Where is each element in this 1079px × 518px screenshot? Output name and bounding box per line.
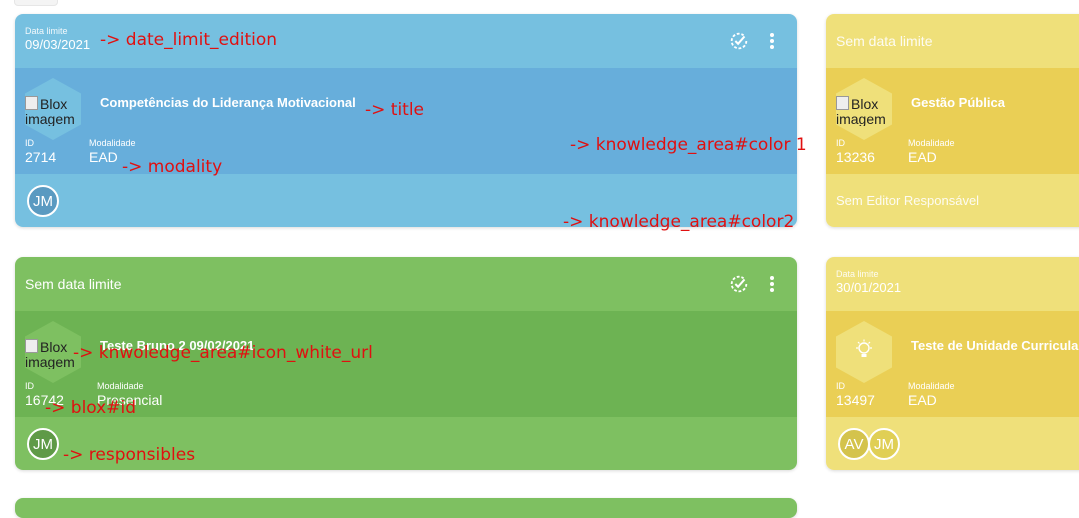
blox-card[interactable]: Data limite 30/01/2021 Teste de Unidade … bbox=[826, 257, 1079, 470]
avatar[interactable]: JM bbox=[27, 428, 59, 460]
date-limit-label: Data limite bbox=[836, 269, 879, 279]
no-editor-responsible: Sem Editor Responsável bbox=[836, 193, 980, 208]
annotation-icon: -> knwoledge_area#icon_white_url bbox=[73, 343, 373, 363]
date-limit-value: 30/01/2021 bbox=[836, 280, 902, 295]
more-vertical-icon[interactable] bbox=[760, 272, 784, 296]
blox-card[interactable] bbox=[15, 498, 797, 518]
more-vertical-icon[interactable] bbox=[760, 29, 784, 53]
modality-value: EAD bbox=[908, 149, 937, 165]
id-label: ID bbox=[836, 381, 845, 391]
blox-card[interactable]: Sem data limite Blox imagem Gestão Públi… bbox=[826, 14, 1079, 227]
blox-image: Blox imagem bbox=[836, 96, 886, 126]
modality-label: Modalidade bbox=[908, 381, 955, 391]
no-date-limit: Sem data limite bbox=[836, 33, 933, 49]
sync-check-icon[interactable] bbox=[727, 29, 751, 53]
id-value: 13497 bbox=[836, 392, 875, 408]
modality-label: Modalidade bbox=[908, 138, 955, 148]
sync-check-icon[interactable] bbox=[727, 272, 751, 296]
id-label: ID bbox=[25, 381, 34, 391]
avatar[interactable]: JM bbox=[868, 428, 900, 460]
blox-title[interactable]: Teste de Unidade Curricular bbox=[911, 338, 1079, 353]
modality-label: Modalidade bbox=[89, 138, 136, 148]
modality-value: EAD bbox=[908, 392, 937, 408]
avatar[interactable]: AV bbox=[838, 428, 870, 460]
id-value: 13236 bbox=[836, 149, 875, 165]
annotation-color1: -> knowledge_area#color 1 bbox=[570, 135, 807, 155]
annotation-responsibles: -> responsibles bbox=[63, 445, 196, 465]
annotation-date-limit: -> date_limit_edition bbox=[100, 30, 278, 50]
avatar[interactable]: JM bbox=[27, 185, 59, 217]
blox-title[interactable]: Competências do Liderança Motivacional bbox=[100, 95, 356, 110]
id-label: ID bbox=[836, 138, 845, 148]
id-value: 2714 bbox=[25, 149, 57, 165]
date-limit-value: 09/03/2021 bbox=[25, 37, 91, 52]
annotation-color2: -> knowledge_area#color2 bbox=[563, 212, 795, 232]
blox-title[interactable]: Gestão Pública bbox=[911, 95, 1005, 110]
blox-card[interactable]: Sem data limite Blox imagem Teste Bruno … bbox=[15, 257, 797, 470]
top-tab[interactable] bbox=[14, 0, 58, 6]
blox-image: Blox imagem bbox=[25, 96, 75, 126]
annotation-title: -> title bbox=[365, 100, 425, 120]
card-header bbox=[15, 257, 797, 311]
annotation-modality: -> modality bbox=[122, 157, 223, 177]
annotation-blox-id: -> blox#id bbox=[45, 398, 136, 418]
modality-value: EAD bbox=[89, 149, 118, 165]
date-limit-label: Data limite bbox=[25, 26, 68, 36]
lightbulb-icon bbox=[856, 339, 872, 357]
modality-label: Modalidade bbox=[97, 381, 144, 391]
no-date-limit: Sem data limite bbox=[25, 276, 122, 292]
id-label: ID bbox=[25, 138, 34, 148]
